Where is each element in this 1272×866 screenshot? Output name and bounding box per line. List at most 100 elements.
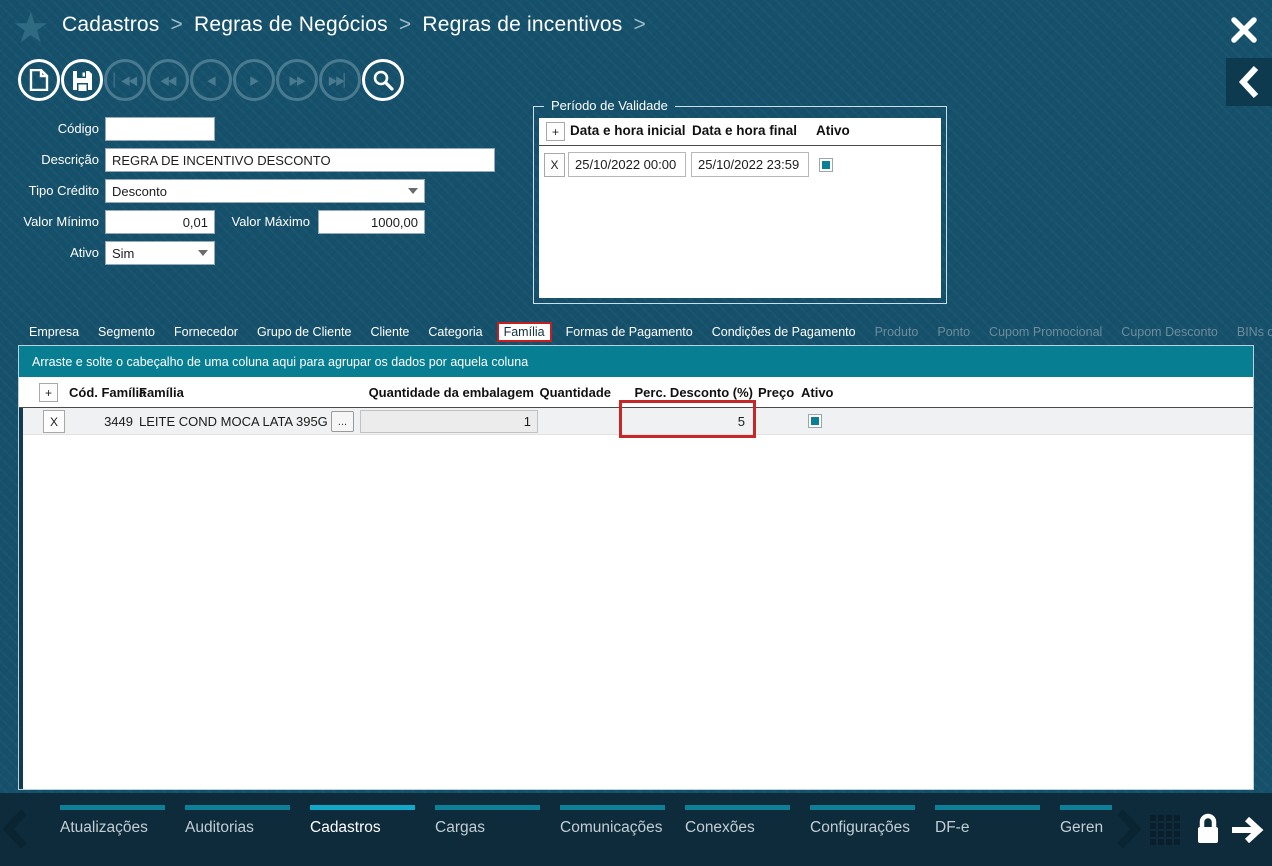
exit-arrow-icon[interactable] <box>1230 816 1264 848</box>
tab-ponto[interactable]: Ponto <box>937 325 970 339</box>
tipo-credito-label: Tipo Crédito <box>28 183 99 198</box>
periodo-validade-groupbox: Período de Validade + Data e hora inicia… <box>533 98 947 304</box>
tab-condicoes-de-pagamento[interactable]: Condições de Pagamento <box>712 325 856 339</box>
tab-cupom-promocional[interactable]: Cupom Promocional <box>989 325 1102 339</box>
search-icon <box>373 70 394 91</box>
bottom-nav-dfe[interactable]: DF-e <box>935 805 1040 837</box>
tab-produto[interactable]: Produto <box>875 325 919 339</box>
tab-segmento[interactable]: Segmento <box>98 325 155 339</box>
chevron-left-icon <box>2 809 27 849</box>
breadcrumb-item-regras-de-incentivos[interactable]: Regras de incentivos <box>422 13 622 36</box>
module-nav: Atualizações Auditorias Cadastros Cargas… <box>60 805 1112 837</box>
new-record-button[interactable] <box>18 59 60 101</box>
periodo-column-data-inicial[interactable]: Data e hora inicial <box>570 123 686 138</box>
tab-bins-de-cartoes[interactable]: BINs de cartões <box>1237 325 1272 339</box>
tab-cliente[interactable]: Cliente <box>370 325 409 339</box>
cell-ativo-checkbox[interactable] <box>808 414 822 428</box>
module-accent-bar <box>1060 805 1112 810</box>
tab-categoria[interactable]: Categoria <box>428 325 482 339</box>
previous-fast-button[interactable]: ◀◀ <box>147 59 189 101</box>
chevron-right-icon <box>1117 809 1142 849</box>
grid-left-strip <box>19 377 23 789</box>
column-perc-desconto[interactable]: Perc. Desconto (%) <box>621 385 753 400</box>
chevron-left-icon <box>1238 65 1259 99</box>
module-accent-bar <box>435 805 540 810</box>
bottom-nav-comunicacoes[interactable]: Comunicações <box>560 805 665 837</box>
grid-data-row[interactable]: X 3449 LEITE COND MOCA LATA 395G ... 1 5 <box>23 408 1253 435</box>
column-cod-familia[interactable]: Cód. Família <box>69 385 146 400</box>
periodo-ativo-checkbox[interactable] <box>819 158 833 172</box>
periodo-column-data-final[interactable]: Data e hora final <box>692 123 797 138</box>
module-accent-bar <box>185 805 290 810</box>
breadcrumb-item-cadastros[interactable]: Cadastros <box>62 13 160 36</box>
grid-delete-row-button[interactable]: X <box>43 410 65 433</box>
save-button[interactable] <box>61 59 103 101</box>
close-icon <box>1231 17 1257 43</box>
tab-cupom-desconto[interactable]: Cupom Desconto <box>1121 325 1218 339</box>
data-inicial-input[interactable]: 25/10/2022 00:00 <box>568 152 686 177</box>
bottom-nav-configuracoes[interactable]: Configurações <box>810 805 915 837</box>
codigo-input[interactable] <box>105 117 215 141</box>
descricao-label: Descrição <box>41 152 99 167</box>
dropdown-caret-icon <box>198 250 208 256</box>
bottom-nav-conexoes[interactable]: Conexões <box>685 805 790 837</box>
collapse-panel-button[interactable] <box>1226 58 1272 106</box>
bottom-nav-cadastros[interactable]: Cadastros <box>310 805 415 837</box>
column-quantidade[interactable]: Quantidade <box>539 385 611 400</box>
module-accent-bar <box>935 805 1040 810</box>
periodo-row: X 25/10/2022 00:00 25/10/2022 23:59 <box>539 150 941 180</box>
close-button[interactable] <box>1229 15 1259 45</box>
bottom-nav-auditorias[interactable]: Auditorias <box>185 805 290 837</box>
lock-icon[interactable] <box>1194 813 1222 850</box>
nav-scroll-right-button[interactable] <box>1116 809 1142 854</box>
apps-grid-icon[interactable] <box>1150 815 1180 845</box>
next-button[interactable]: ▶ <box>233 59 275 101</box>
app-window: ★ Cadastros > Regras de Negócios > Regras de… <box>0 0 1272 866</box>
periodo-column-ativo[interactable]: Ativo <box>816 123 850 138</box>
tab-strip: Empresa Segmento Fornecedor Grupo de Client… <box>29 320 1272 343</box>
periodo-delete-row-button[interactable]: X <box>544 153 565 177</box>
tab-familia[interactable]: Família <box>496 321 552 342</box>
bottom-nav-gerencial[interactable]: Geren <box>1060 805 1112 837</box>
save-floppy-icon <box>72 70 92 91</box>
tipo-credito-select[interactable]: Desconto <box>105 179 425 203</box>
bottom-nav-atualizacoes[interactable]: Atualizações <box>60 805 165 837</box>
previous-button[interactable]: ◀ <box>190 59 232 101</box>
descricao-input[interactable] <box>105 148 495 172</box>
tab-grupo-de-cliente[interactable]: Grupo de Cliente <box>257 325 352 339</box>
favorite-star-icon[interactable]: ★ <box>12 4 50 52</box>
tab-empresa[interactable]: Empresa <box>29 325 79 339</box>
familia-browse-button[interactable]: ... <box>331 411 354 432</box>
last-record-button[interactable]: ▶▶▏ <box>319 59 361 101</box>
data-final-input[interactable]: 25/10/2022 23:59 <box>691 152 809 177</box>
tab-fornecedor[interactable]: Fornecedor <box>174 325 238 339</box>
valor-maximo-input[interactable] <box>318 210 425 234</box>
bottom-nav-cargas[interactable]: Cargas <box>435 805 540 837</box>
group-by-bar[interactable]: Arraste e solte o cabeçalho de uma colun… <box>19 346 1253 377</box>
periodo-header-row: + Data e hora inicial Data e hora final … <box>539 118 941 146</box>
periodo-add-row-button[interactable]: + <box>546 122 565 141</box>
search-button[interactable] <box>362 59 404 101</box>
first-record-button[interactable]: ▏◀◀ <box>104 59 146 101</box>
breadcrumb-item-regras-de-negocios[interactable]: Regras de Negócios <box>194 13 388 36</box>
column-qtd-embalagem[interactable]: Quantidade da embalagem <box>339 385 534 400</box>
module-accent-bar <box>560 805 665 810</box>
fast-forward-icon: ▶▶ <box>289 73 306 88</box>
column-ativo[interactable]: Ativo <box>801 385 834 400</box>
grid-add-row-button[interactable]: + <box>39 383 58 402</box>
data-final-value: 25/10/2022 23:59 <box>698 157 800 172</box>
tab-formas-de-pagamento[interactable]: Formas de Pagamento <box>566 325 693 339</box>
column-familia[interactable]: Família <box>139 385 184 400</box>
valor-minimo-label: Valor Mínimo <box>23 214 99 229</box>
cell-qtd-embalagem[interactable]: 1 <box>360 410 538 433</box>
new-document-icon <box>29 69 49 91</box>
column-preco[interactable]: Preço <box>758 385 794 400</box>
valor-minimo-input[interactable] <box>105 210 215 234</box>
last-record-icon: ▶▶▏ <box>328 73 352 88</box>
bottom-module-bar: Atualizações Auditorias Cadastros Cargas… <box>0 793 1272 866</box>
nav-scroll-left-button[interactable] <box>2 809 28 854</box>
module-accent-bar <box>810 805 915 810</box>
next-fast-button[interactable]: ▶▶ <box>276 59 318 101</box>
grid-header-row: + Cód. Família Família Quantidade da emb… <box>19 377 1253 408</box>
ativo-select[interactable]: Sim <box>105 241 215 265</box>
